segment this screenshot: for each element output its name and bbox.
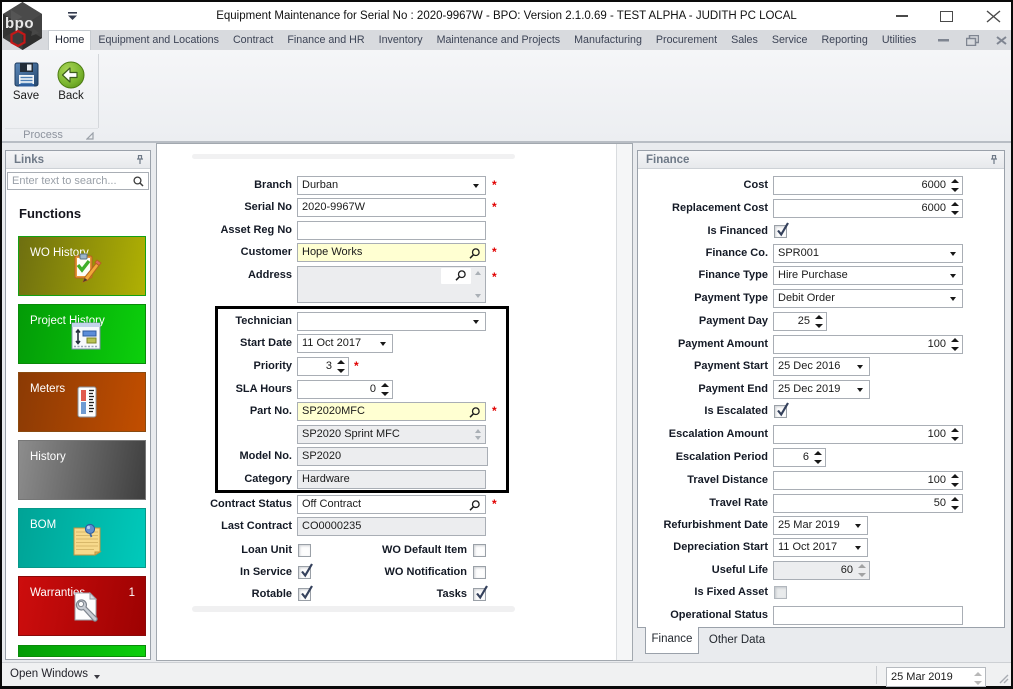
svg-text:bpo: bpo (5, 15, 34, 32)
